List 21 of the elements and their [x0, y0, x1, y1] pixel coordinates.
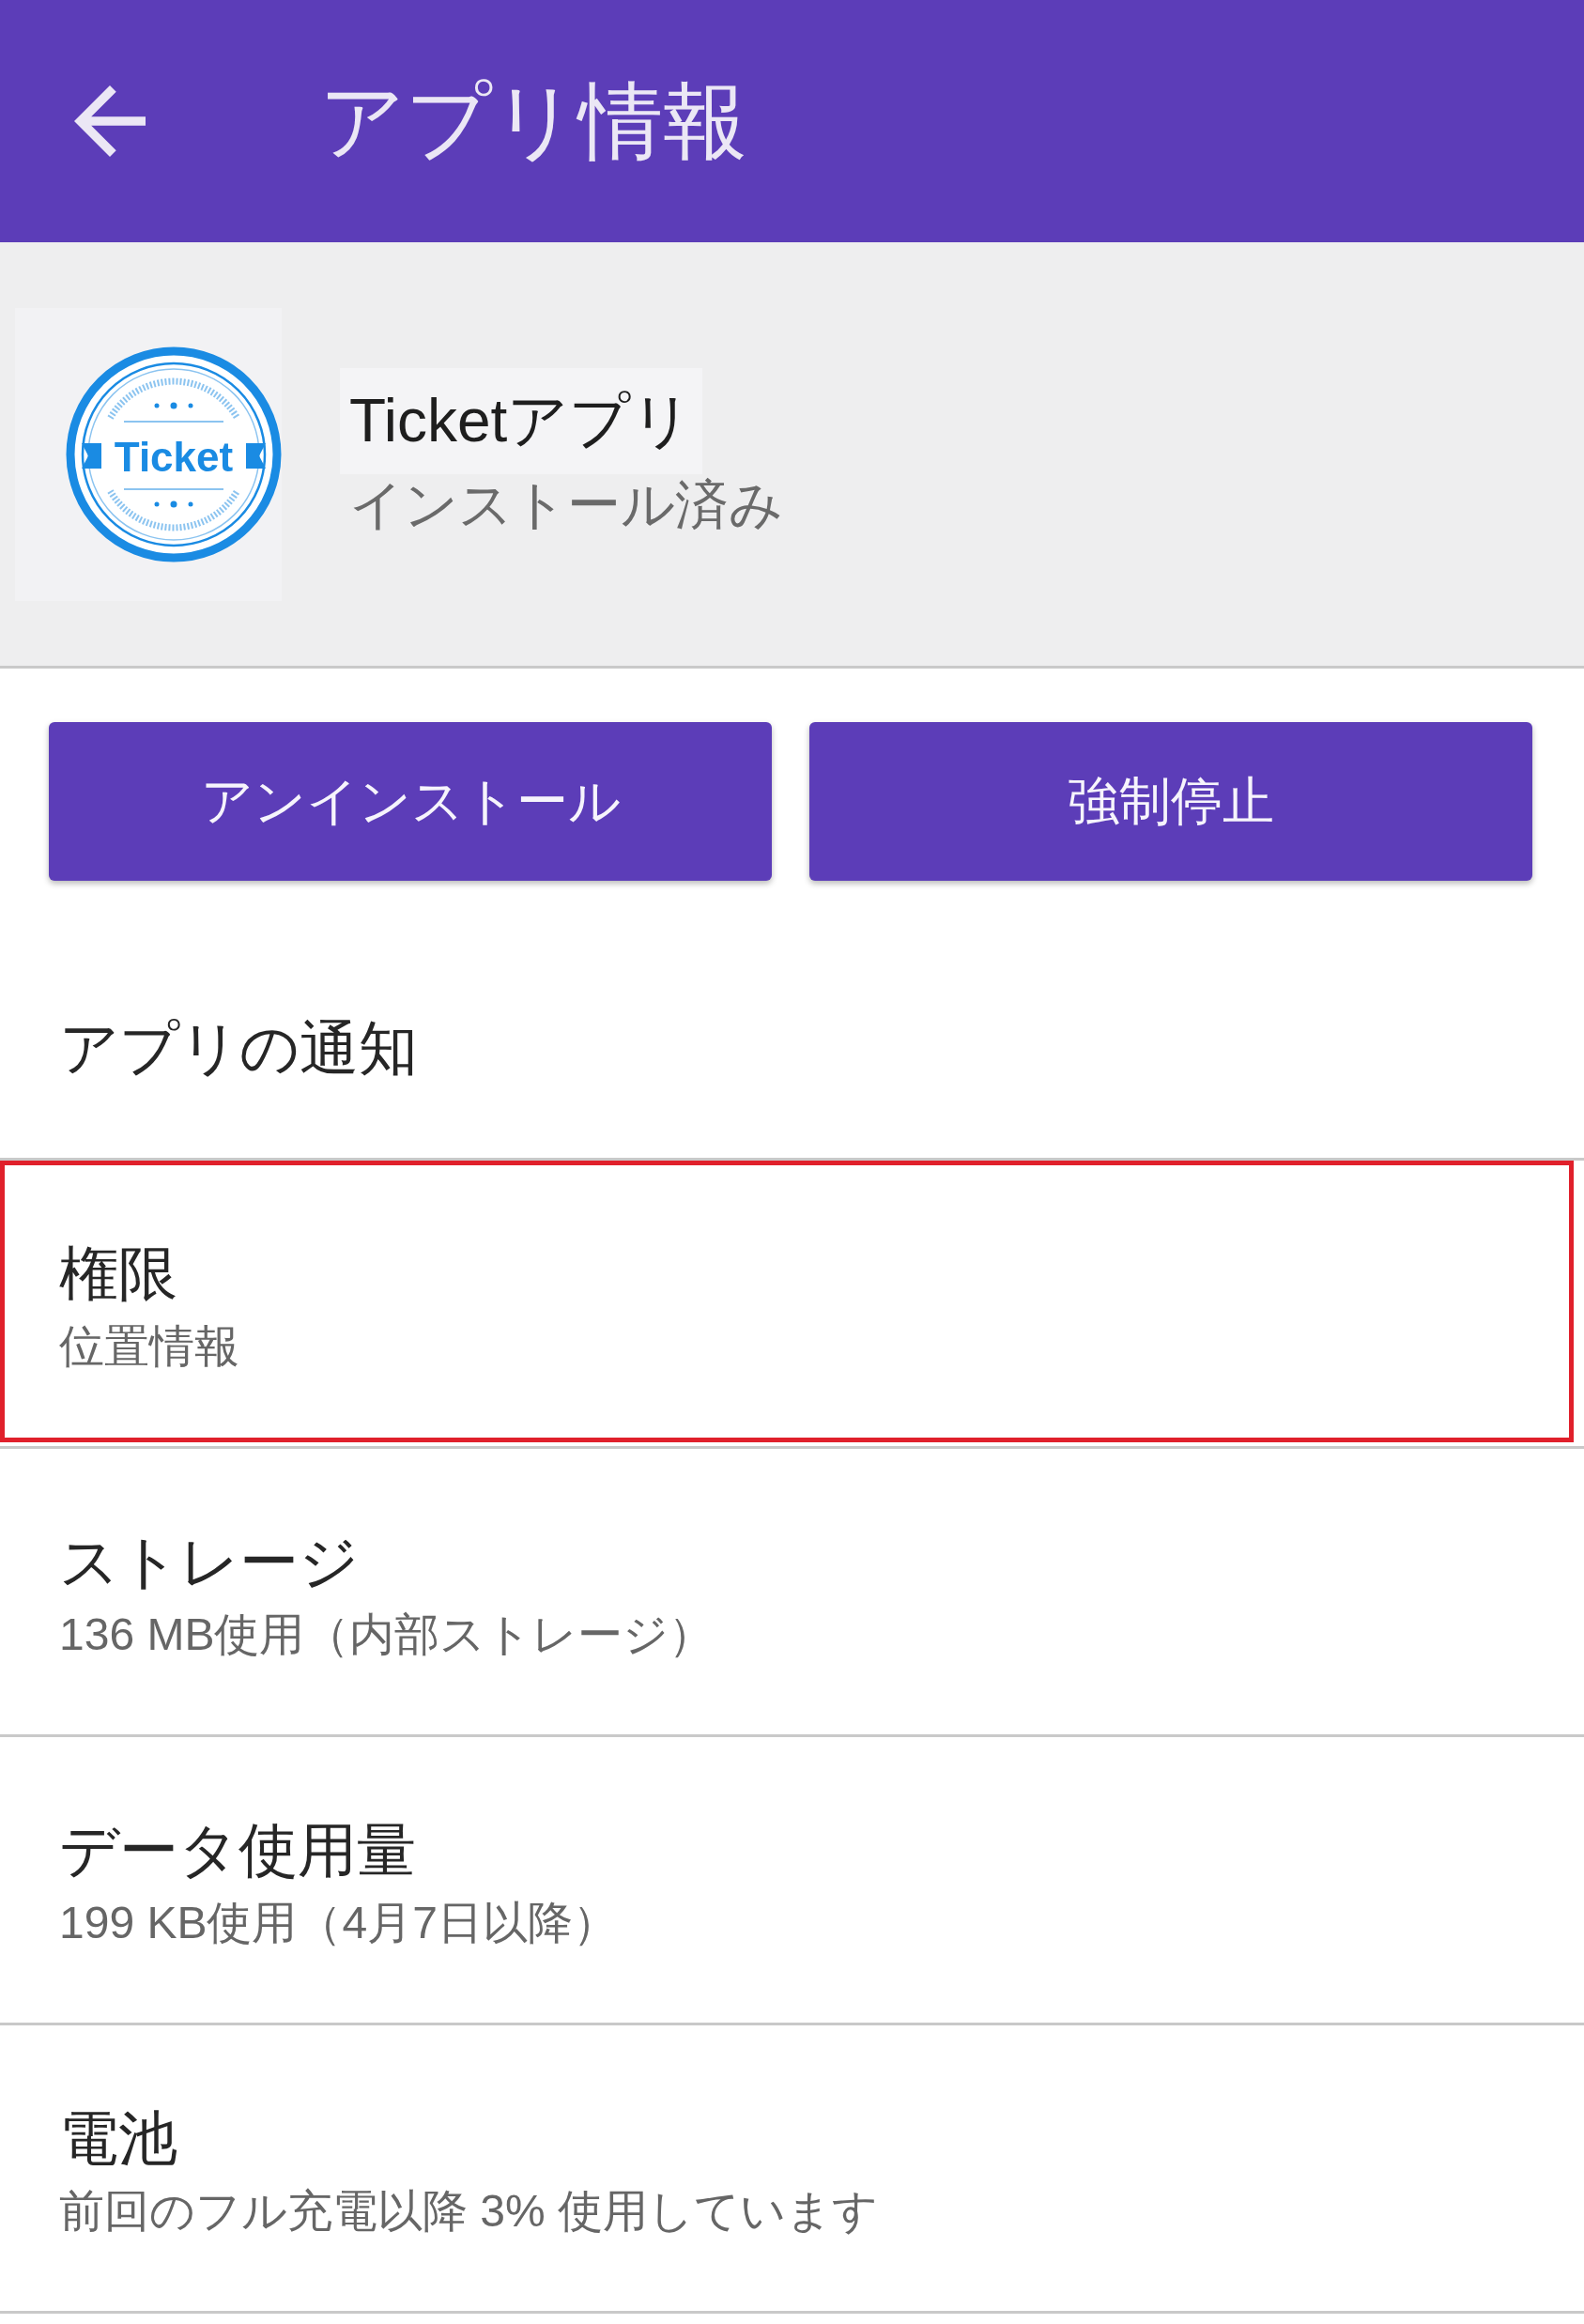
- screen-title: アプリ情報: [319, 74, 747, 168]
- install-status: インストール済み: [349, 474, 783, 534]
- setting-title: アプリの通知: [59, 1013, 418, 1083]
- settings-item[interactable]: 電池 前回のフル充電以降 3% 使用しています: [0, 2025, 1584, 2314]
- setting-summary: 前回のフル充電以降 3% 使用しています: [59, 2185, 879, 2238]
- settings-item[interactable]: アプリの通知: [0, 931, 1584, 1161]
- logo-text: Ticket: [114, 434, 234, 480]
- settings-item[interactable]: ストレージ 136 MB使用（内部ストレージ）: [0, 1449, 1584, 1737]
- setting-title: 権限: [59, 1239, 177, 1308]
- setting-title: データ使用量: [59, 1816, 416, 1885]
- setting-summary: 位置情報: [59, 1320, 239, 1373]
- settings-item[interactable]: 権限 位置情報: [0, 1161, 1584, 1449]
- uninstall-button[interactable]: アンインストール: [49, 722, 772, 881]
- force-stop-button[interactable]: 強制停止: [809, 722, 1532, 881]
- setting-summary: 199 KB使用（4月7日以降）: [59, 1897, 618, 1949]
- setting-title: ストレージ: [59, 1528, 359, 1596]
- back-icon[interactable]: [74, 85, 146, 157]
- setting-title: 電池: [59, 2104, 177, 2173]
- settings-item[interactable]: データ使用量 199 KB使用（4月7日以降）: [0, 1737, 1584, 2025]
- app-name: Ticketアプリ: [340, 368, 703, 474]
- setting-summary: 136 MB使用（内部ストレージ）: [59, 1608, 715, 1661]
